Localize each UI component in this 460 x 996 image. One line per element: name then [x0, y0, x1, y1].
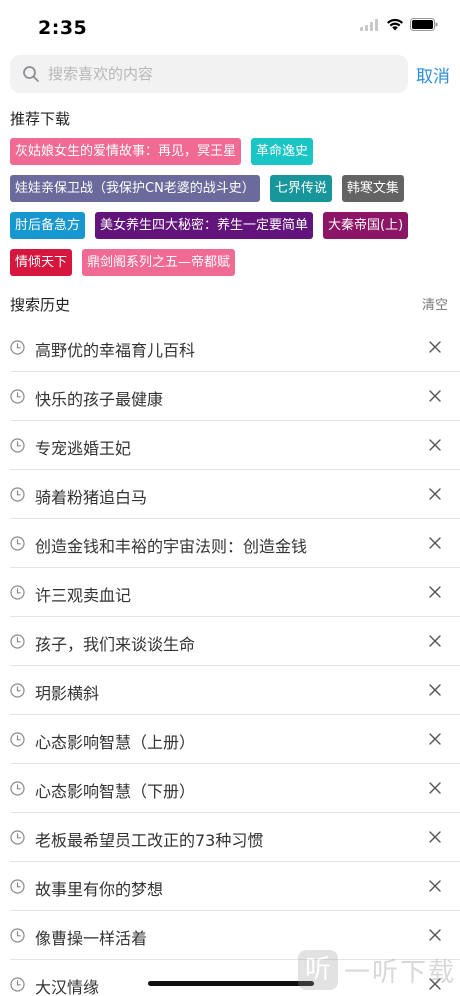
recommended-tags: 灰姑娘女生的爱情故事：再见，冥王星 革命逸史 娃娃亲保卫战（我保护CN老婆的战斗…	[10, 138, 440, 286]
history-item[interactable]: 心态影响智慧（下册）	[10, 764, 460, 813]
search-bar: 取消	[10, 55, 450, 93]
history-item-label: 像曹操一样活着	[35, 929, 148, 948]
clock-icon	[10, 438, 25, 453]
history-item[interactable]: 玥影横斜	[10, 666, 460, 715]
history-item[interactable]: 骑着粉猪追白马	[10, 470, 460, 519]
close-icon[interactable]	[428, 928, 442, 942]
recommended-title: 推荐下载	[10, 110, 71, 128]
history-item[interactable]: 专宠逃婚王妃	[10, 421, 460, 470]
history-item-label: 快乐的孩子最健康	[35, 390, 164, 409]
watermark-text: 一听下载	[343, 957, 456, 988]
history-list: 高野优的幸福育儿百科 快乐的孩子最健康 专宠逃婚王妃 骑着粉猪追白马创造金钱和丰裕的宇…	[10, 323, 460, 996]
history-item[interactable]: 许三观卖血记	[10, 568, 460, 617]
watermark: 听 一听下载	[297, 950, 456, 990]
history-item-label: 孩子，我们来谈谈生命	[35, 635, 196, 654]
history-item-label: 心态影响智慧（下册）	[35, 782, 196, 801]
history-title: 搜索历史	[10, 296, 71, 314]
close-icon[interactable]	[428, 585, 442, 599]
battery-icon	[410, 18, 438, 31]
close-icon[interactable]	[428, 487, 442, 501]
clear-history-button[interactable]: 清空	[422, 294, 448, 313]
tag-item[interactable]: 娃娃亲保卫战（我保护CN老婆的战斗史）	[10, 175, 260, 202]
history-item-label: 故事里有你的梦想	[35, 880, 164, 899]
history-item[interactable]: 孩子，我们来谈谈生命	[10, 617, 460, 666]
cancel-button[interactable]: 取消	[416, 62, 450, 87]
close-icon[interactable]	[428, 830, 442, 844]
clock-icon	[10, 879, 25, 894]
close-icon[interactable]	[428, 634, 442, 648]
history-item-label: 高野优的幸福育儿百科	[35, 341, 196, 360]
tag-row: 灰姑娘女生的爱情故事：再见，冥王星 革命逸史	[10, 138, 440, 165]
history-item[interactable]: 快乐的孩子最健康	[10, 372, 460, 421]
history-item-label: 玥影横斜	[35, 684, 100, 703]
tag-item[interactable]: 美女养生四大秘密：养生一定要简单	[95, 212, 314, 239]
history-item-label: 心态影响智慧（上册）	[35, 733, 196, 752]
clock-icon	[10, 781, 25, 796]
history-item-label: 骑着粉猪追白马	[35, 488, 148, 507]
close-icon[interactable]	[428, 340, 442, 354]
history-item[interactable]: 心态影响智慧（上册）	[10, 715, 460, 764]
clock-icon	[10, 977, 25, 992]
clock-icon	[10, 634, 25, 649]
history-item-label: 老板最希望员工改正的73种习惯	[35, 831, 264, 850]
close-icon[interactable]	[428, 536, 442, 550]
close-icon[interactable]	[428, 389, 442, 403]
search-box[interactable]	[10, 55, 408, 93]
close-icon[interactable]	[428, 732, 442, 746]
clock-icon	[10, 585, 25, 600]
status-bar: 2:35	[0, 0, 460, 50]
tag-item[interactable]: 革命逸史	[251, 138, 314, 165]
history-item-label: 专宠逃婚王妃	[35, 439, 132, 458]
clock-icon	[10, 389, 25, 404]
history-item-label: 创造金钱和丰裕的宇宙法则：创造金钱	[35, 537, 308, 556]
close-icon[interactable]	[428, 438, 442, 452]
tag-row: 肘后备急方 美女养生四大秘密：养生一定要简单 大秦帝国(上)	[10, 212, 440, 239]
search-input[interactable]	[48, 55, 398, 93]
history-item[interactable]: 老板最希望员工改正的73种习惯	[10, 813, 460, 862]
history-item[interactable]: 故事里有你的梦想	[10, 862, 460, 911]
tag-item[interactable]: 七界传说	[269, 175, 332, 202]
status-time: 2:35	[38, 17, 88, 39]
watermark-logo: 听	[297, 950, 338, 990]
tag-item[interactable]: 韩寒文集	[341, 175, 404, 202]
history-item-label: 许三观卖血记	[35, 586, 132, 605]
search-icon	[23, 66, 39, 82]
history-item[interactable]: 创造金钱和丰裕的宇宙法则：创造金钱	[10, 519, 460, 568]
clock-icon	[10, 683, 25, 698]
clock-icon	[10, 732, 25, 747]
clock-icon	[10, 830, 25, 845]
tag-row: 情倾天下 鼎剑阁系列之五—帝都赋	[10, 249, 440, 276]
close-icon[interactable]	[428, 683, 442, 697]
history-item-label: 大汉情缘	[35, 978, 100, 996]
tag-item[interactable]: 肘后备急方	[10, 212, 86, 239]
wifi-icon	[387, 18, 403, 31]
history-item[interactable]: 高野优的幸福育儿百科	[10, 323, 460, 372]
tag-item[interactable]: 鼎剑阁系列之五—帝都赋	[82, 249, 236, 276]
tag-item[interactable]: 情倾天下	[10, 249, 73, 276]
tag-item[interactable]: 灰姑娘女生的爱情故事：再见，冥王星	[10, 138, 242, 165]
close-icon[interactable]	[428, 879, 442, 893]
clock-icon	[10, 487, 25, 502]
status-icons	[360, 18, 438, 31]
history-header: 搜索历史 清空	[10, 294, 448, 316]
signal-icon	[360, 18, 378, 31]
tag-item[interactable]: 大秦帝国(上)	[323, 212, 409, 239]
close-icon[interactable]	[428, 781, 442, 795]
clock-icon	[10, 928, 25, 943]
clock-icon	[10, 536, 25, 551]
clock-icon	[10, 340, 25, 355]
home-indicator	[148, 981, 314, 986]
tag-row: 娃娃亲保卫战（我保护CN老婆的战斗史） 七界传说 韩寒文集	[10, 175, 440, 202]
